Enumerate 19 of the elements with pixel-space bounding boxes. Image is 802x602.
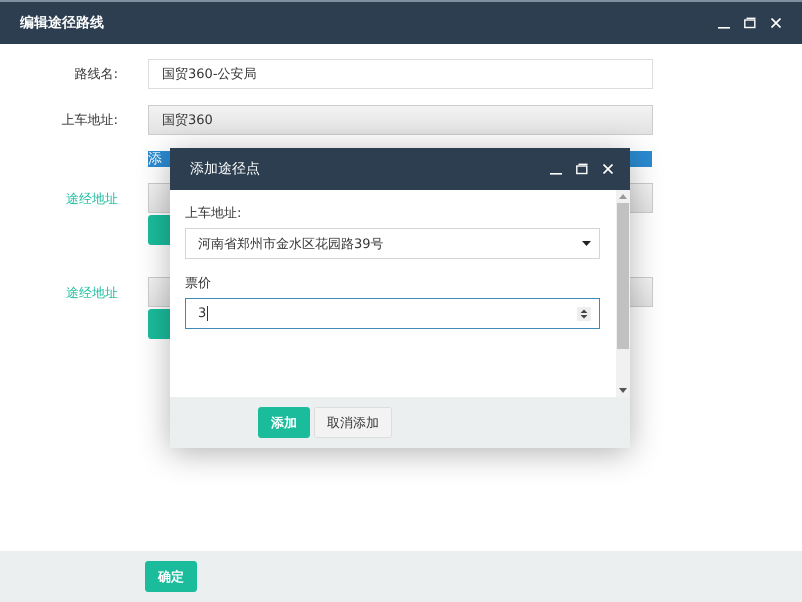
window-title: 编辑途径路线	[20, 14, 104, 32]
close-icon[interactable]	[770, 17, 782, 29]
field-label: 上车地址:	[60, 112, 118, 129]
dropdown-caret-icon	[582, 241, 591, 246]
field-label: 票价	[185, 275, 212, 292]
cancel-button[interactable]: 取消添加	[314, 407, 392, 438]
field-label: 上车地址:	[185, 205, 242, 222]
field-label: 途经地址	[65, 285, 118, 302]
address-dropdown[interactable]: 河南省郑州市金水区花园路39号	[185, 228, 600, 259]
close-icon[interactable]	[602, 163, 614, 175]
number-field[interactable]: 3	[185, 298, 600, 329]
spinner-icon[interactable]	[577, 306, 591, 320]
scroll-down-icon[interactable]	[619, 388, 627, 393]
input-field[interactable]: 国贸360-公安局	[148, 59, 653, 89]
scrollbar[interactable]	[616, 190, 630, 397]
field-label: 途经地址	[65, 191, 118, 208]
field-label: 路线名:	[74, 66, 118, 83]
maximize-icon[interactable]	[744, 17, 756, 29]
maximize-icon[interactable]	[576, 163, 588, 175]
